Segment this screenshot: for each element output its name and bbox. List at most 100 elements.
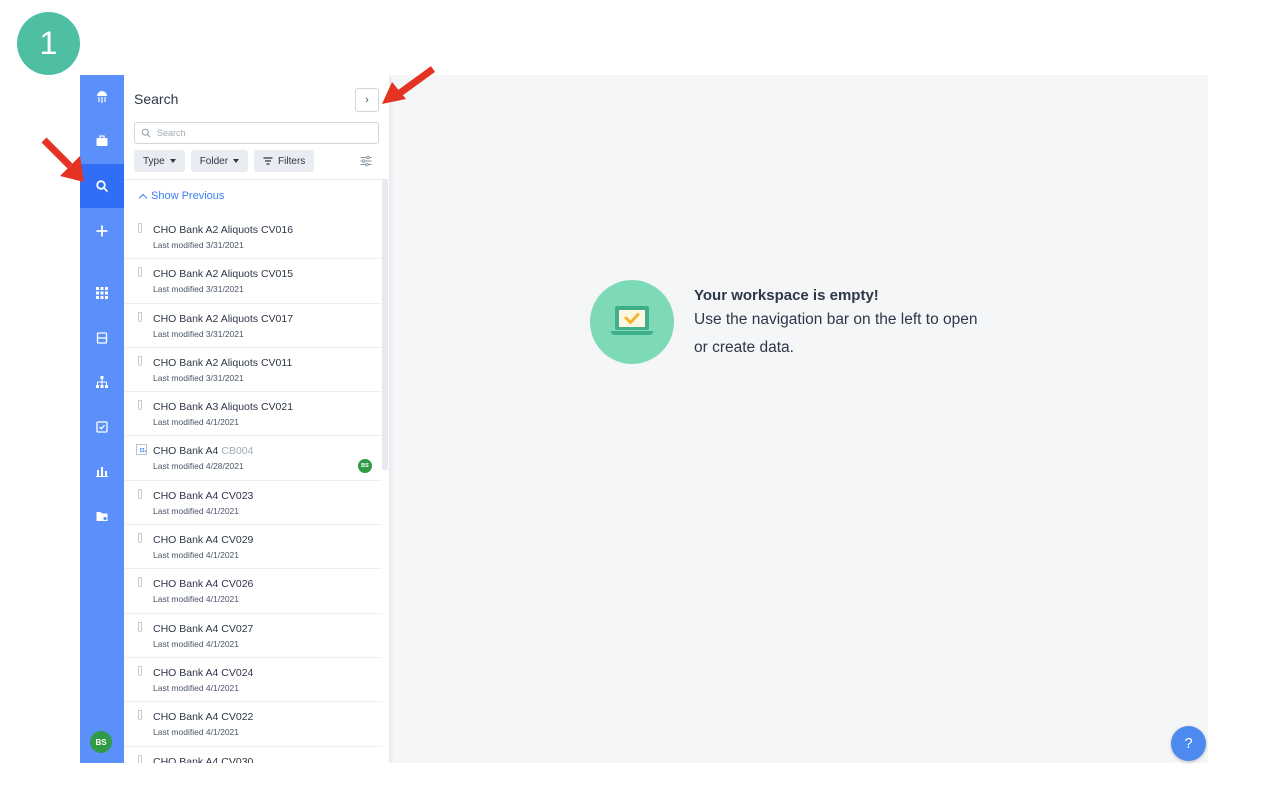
tube-icon [138,400,142,411]
search-input[interactable] [157,128,357,138]
jellyfish-logo-icon[interactable] [80,75,124,119]
empty-text-block: Your workspace is empty! Use the navigat… [694,280,994,362]
tube-icon [138,355,142,366]
list-item-modified: Last modified 4/1/2021 [153,727,240,738]
search-panel: Search › Type Folder Filters [124,75,389,763]
list-item-name: CHO Bank A4 CV027 [153,622,254,635]
list-item[interactable]: CHO Bank A4 CV022 Last modified 4/1/2021 [124,702,382,747]
filters-button[interactable]: Filters [254,150,315,172]
list-item-name: CHO Bank A2 Aliquots CV015 [153,268,294,281]
empty-workspace-message: Your workspace is empty! Use the navigat… [590,280,994,364]
list-item-title: CHO Bank A4 CV023 [153,490,253,502]
step-number-badge: 1 [17,12,80,75]
tube-icon [138,311,142,322]
list-item-tag: CB004 [221,445,254,458]
list-item-modified: Last modified 3/31/2021 [153,240,244,250]
list-item-modified: Last modified 3/31/2021 [153,328,244,339]
filters-label: Filters [278,155,306,167]
collapse-panel-button[interactable]: › [355,88,379,112]
list-item-name: CHO Bank A4 CV030 [153,755,254,763]
user-avatar[interactable]: BS [90,731,112,753]
list-item-name: CHO Bank A2 Aliquots CV017 [153,312,294,325]
list-item-modified: Last modified 4/1/2021 [153,417,240,428]
plus-icon[interactable] [80,209,124,253]
list-item-name: CHO Bank A4 CV023 [153,489,254,502]
list-item[interactable]: CHO Bank A2 Aliquots CV015 Last modified … [124,259,382,304]
list-item-name: CHO Bank A4 CV029 [153,534,254,547]
list-item-name: CHO Bank A2 Aliquots CV016 [153,224,294,236]
folder-icon[interactable] [80,494,124,538]
list-item-modified: Last modified 4/1/2021 [153,638,240,649]
list-item-name: CHO Bank A4 CV024 [153,666,254,679]
list-item[interactable]: CHO Bank A3 Aliquots CV021 Last modified … [124,392,382,437]
list-item-title: CHO Bank A2 Aliquots CV015 [153,268,293,280]
box-grid-icon [136,444,147,456]
folder-filter-dropdown[interactable]: Folder [190,150,249,172]
list-item[interactable]: CHO Bank A4 CV024 Last modified 4/1/2021 [124,658,382,703]
show-previous-label: Show Previous [151,190,225,202]
task-checkbox-icon[interactable] [80,405,124,449]
list-item[interactable]: CHO Bank A4 CB004 Last modified 4/28/2021 B… [124,436,382,481]
app-window: BS Search › Type Folder Filters [80,75,1208,763]
results-scrollbar[interactable] [382,180,388,470]
list-item-modified: Last modified 4/1/2021 [153,682,240,693]
chevron-up-icon [138,193,148,202]
tube-icon [138,577,142,588]
list-item-title: CHO Bank A4 CV027 [153,623,253,635]
list-item-title: CHO Bank A4 CV029 [153,534,253,546]
panel-divider [124,179,389,180]
list-item[interactable]: CHO Bank A4 CV030 [124,747,382,763]
sliders-settings-icon[interactable] [360,155,372,167]
list-item[interactable]: CHO Bank A4 CV023 Last modified 4/1/2021 [124,481,382,526]
list-item-title: CHO Bank A4 CB004 [153,445,253,457]
list-item[interactable]: CHO Bank A4 CV026 Last modified 4/1/2021 [124,569,382,614]
list-item-modified: Last modified 4/1/2021 [153,505,240,516]
registry-icon[interactable] [80,316,124,360]
tube-icon [138,267,142,278]
type-filter-label: Type [143,155,165,167]
owner-avatar: BS [358,459,372,474]
empty-body: Use the navigation bar on the left to op… [694,311,978,356]
show-previous-link[interactable]: Show Previous [138,190,225,202]
type-filter-dropdown[interactable]: Type [134,150,185,172]
tube-icon [138,754,142,763]
bar-chart-icon[interactable] [80,449,124,493]
list-item-title: CHO Bank A2 Aliquots CV016 [153,224,293,236]
laptop-check-illustration [590,280,674,364]
tube-icon [138,621,142,632]
list-item-title: CHO Bank A4 CV030 [153,756,253,763]
list-item-title: CHO Bank A4 CV022 [153,711,253,723]
help-button[interactable]: ? [1171,726,1206,761]
tube-icon [138,666,142,676]
list-item-name: CHO Bank A4 CV022 [153,711,254,724]
list-item[interactable]: CHO Bank A4 CV029 Last modified 4/1/2021 [124,525,382,570]
list-item-name: CHO Bank A4 CV026 [153,578,254,591]
list-item-modified: Last modified 4/28/2021 [153,461,244,472]
caret-down-icon [169,159,176,163]
list-item-title: CHO Bank A3 Aliquots CV021 [153,401,293,413]
list-item-name: CHO Bank A3 Aliquots CV021 [153,401,294,414]
tube-icon [138,533,142,543]
caret-down-icon [233,159,240,163]
folder-filter-label: Folder [199,155,229,167]
list-item[interactable]: CHO Bank A2 Aliquots CV011 Last modified … [124,348,382,393]
list-item[interactable]: CHO Bank A2 Aliquots CV017 Last modified … [124,304,382,348]
list-item-modified: Last modified 3/31/2021 [153,372,244,383]
red-arrow-annotation-icon [41,137,84,182]
list-item-title: CHO Bank A2 Aliquots CV017 [153,313,293,325]
tube-icon [138,488,142,499]
tube-icon [138,710,142,721]
search-results-list: CHO Bank A2 Aliquots CV016 Last modified … [124,215,382,763]
search-field-icon [141,128,151,138]
hierarchy-icon[interactable] [80,360,124,404]
list-item[interactable]: CHO Bank A4 CV027 Last modified 4/1/2021 [124,614,382,658]
empty-title: Your workspace is empty! [694,287,879,304]
list-item-modified: Last modified 4/1/2021 [153,550,240,561]
list-item[interactable]: CHO Bank A2 Aliquots CV016 Last modified … [124,215,382,260]
tube-icon [138,223,142,233]
search-field[interactable] [134,122,379,144]
list-item-modified: Last modified 3/31/2021 [153,284,244,295]
apps-grid-icon[interactable] [80,271,124,315]
list-item-modified: Last modified 4/1/2021 [153,594,240,605]
red-arrow-annotation-icon [382,66,436,104]
